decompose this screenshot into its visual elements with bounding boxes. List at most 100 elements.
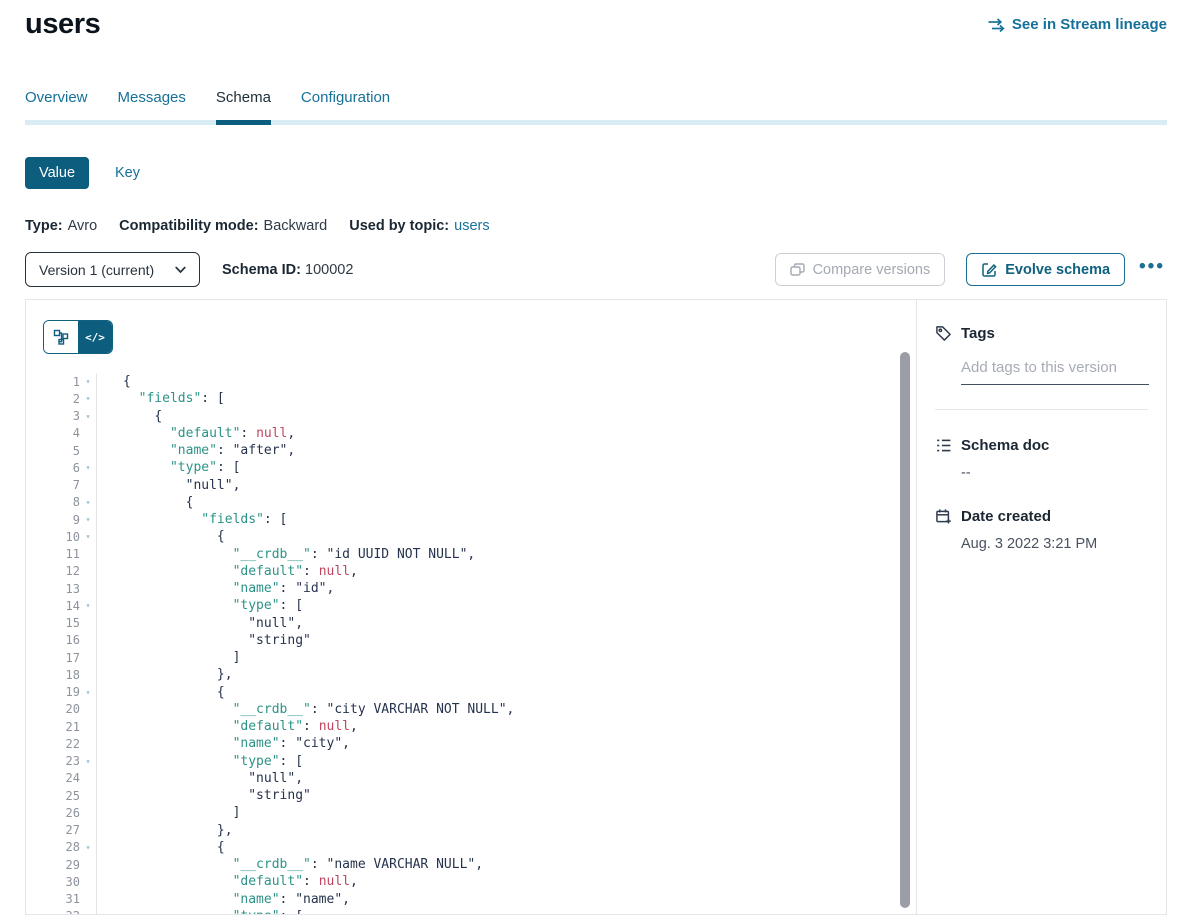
value-key-toggle: Value Key (25, 157, 1167, 189)
schema-doc-header: Schema doc (935, 437, 1148, 454)
code-line-content: "name": "id", (97, 581, 334, 596)
evolve-schema-button[interactable]: Evolve schema (966, 253, 1125, 286)
collapse-toggle-icon[interactable]: ▾ (80, 757, 96, 766)
code-line-content: { (97, 495, 193, 510)
line-number: 13 (43, 582, 80, 596)
collapse-toggle-icon[interactable]: ▾ (80, 515, 96, 524)
line-number: 31 (43, 892, 80, 906)
code-scrollbar[interactable] (900, 352, 910, 908)
line-number: 11 (43, 547, 80, 561)
collapse-toggle-icon[interactable]: ▾ (80, 912, 96, 914)
meta-item: Used by topic:users (349, 218, 489, 234)
collapse-toggle-icon[interactable]: ▾ (80, 688, 96, 697)
code-line: 5 "name": "after", (43, 442, 916, 459)
collapse-toggle-icon[interactable]: ▾ (80, 843, 96, 852)
code-line-content: "name": "after", (97, 443, 295, 458)
schema-id-label: Schema ID: (222, 262, 301, 278)
code-line-content: "type": [ (97, 909, 303, 914)
tab-configuration[interactable]: Configuration (301, 89, 390, 120)
schema-meta-row: Type:AvroCompatibility mode:BackwardUsed… (25, 218, 1167, 234)
meta-value: Avro (68, 218, 98, 234)
schema-view-toggle: </> (43, 320, 113, 354)
tab-list: Overview Messages Schema Configuration (25, 89, 1167, 120)
collapse-toggle-icon[interactable]: ▾ (80, 498, 96, 507)
collapse-toggle-icon[interactable]: ▾ (80, 532, 96, 541)
line-number: 2 (43, 392, 80, 406)
code-line: 11 "__crdb__": "id UUID NOT NULL", (43, 546, 916, 563)
collapse-toggle-icon[interactable]: ▾ (80, 601, 96, 610)
code-line: 6▾ "type": [ (43, 459, 916, 476)
compare-versions-button[interactable]: Compare versions (775, 253, 946, 286)
line-number: 16 (43, 633, 80, 647)
more-options-button[interactable]: ••• (1137, 257, 1167, 282)
collapse-toggle-icon[interactable]: ▾ (80, 463, 96, 472)
code-line-content: }, (97, 823, 233, 838)
line-number: 27 (43, 823, 80, 837)
line-number: 25 (43, 789, 80, 803)
code-line: 21 "default": null, (43, 718, 916, 735)
stream-lineage-icon (987, 18, 1005, 32)
code-line: 22 "name": "city", (43, 735, 916, 752)
code-line: 32▾ "type": [ (43, 908, 916, 914)
code-line-content: "null", (97, 616, 303, 631)
stream-lineage-label: See in Stream lineage (1012, 16, 1167, 33)
code-line-content: { (97, 409, 162, 424)
line-number: 12 (43, 564, 80, 578)
stream-lineage-link[interactable]: See in Stream lineage (987, 16, 1167, 33)
line-number: 1 (43, 375, 80, 389)
sidebar-divider (935, 409, 1148, 410)
active-tab-marker (216, 120, 271, 125)
line-number: 14 (43, 599, 80, 613)
code-line: 27 }, (43, 822, 916, 839)
collapse-toggle-icon[interactable]: ▾ (80, 412, 96, 421)
code-line-content: "fields": [ (97, 391, 225, 406)
collapse-toggle-icon[interactable]: ▾ (80, 394, 96, 403)
tree-view-button[interactable] (44, 321, 78, 353)
line-number: 32 (43, 909, 80, 914)
code-brackets-icon: </> (85, 331, 105, 344)
code-line: 10▾ { (43, 528, 916, 545)
code-line: 24 "null", (43, 770, 916, 787)
date-created-value: Aug. 3 2022 3:21 PM (935, 536, 1148, 552)
code-view-button[interactable]: </> (78, 321, 112, 353)
code-line: 9▾ "fields": [ (43, 511, 916, 528)
code-line-content: "name": "name", (97, 892, 350, 907)
meta-value-link[interactable]: users (454, 218, 489, 234)
code-line-content: "string" (97, 633, 311, 648)
code-line: 31 "name": "name", (43, 891, 916, 908)
schema-code: 1▾{2▾ "fields": [3▾ {4 "default": null,5… (43, 373, 916, 914)
code-line: 17 ] (43, 649, 916, 666)
line-number: 24 (43, 771, 80, 785)
key-tab-button[interactable]: Key (115, 157, 140, 189)
value-tab-button[interactable]: Value (25, 157, 89, 189)
tab-messages[interactable]: Messages (118, 89, 186, 120)
meta-label: Compatibility mode: (119, 218, 258, 234)
page-title: users (25, 8, 100, 41)
line-number: 20 (43, 702, 80, 716)
version-toolbar: Version 1 (current) Schema ID: 100002 Co… (25, 252, 1167, 287)
line-number: 3 (43, 409, 80, 423)
line-number: 7 (43, 478, 80, 492)
list-icon (935, 437, 952, 454)
compare-versions-label: Compare versions (813, 262, 931, 278)
code-line-content: "default": null, (97, 426, 295, 441)
line-number: 17 (43, 651, 80, 665)
schema-code-panel: </> 1▾{2▾ "fields": [3▾ {4 "default": nu… (26, 300, 916, 914)
version-select[interactable]: Version 1 (current) (25, 252, 200, 287)
tab-overview[interactable]: Overview (25, 89, 88, 120)
code-line-content: "name": "city", (97, 736, 350, 751)
tab-schema[interactable]: Schema (216, 89, 271, 120)
schema-id-value: 100002 (305, 262, 353, 278)
code-line-content: "__crdb__": "name VARCHAR NULL", (97, 857, 483, 872)
calendar-plus-icon (935, 508, 952, 525)
code-line: 7 "null", (43, 477, 916, 494)
schema-id: Schema ID: 100002 (222, 262, 353, 278)
add-tags-input[interactable] (961, 357, 1149, 385)
code-line-content: { (97, 529, 225, 544)
schema-panel: </> 1▾{2▾ "fields": [3▾ {4 "default": nu… (25, 299, 1167, 915)
tags-section-header: Tags (935, 325, 1148, 342)
date-created-header: Date created (935, 508, 1148, 525)
collapse-toggle-icon[interactable]: ▾ (80, 377, 96, 386)
code-line: 8▾ { (43, 494, 916, 511)
hierarchy-icon (53, 329, 69, 345)
